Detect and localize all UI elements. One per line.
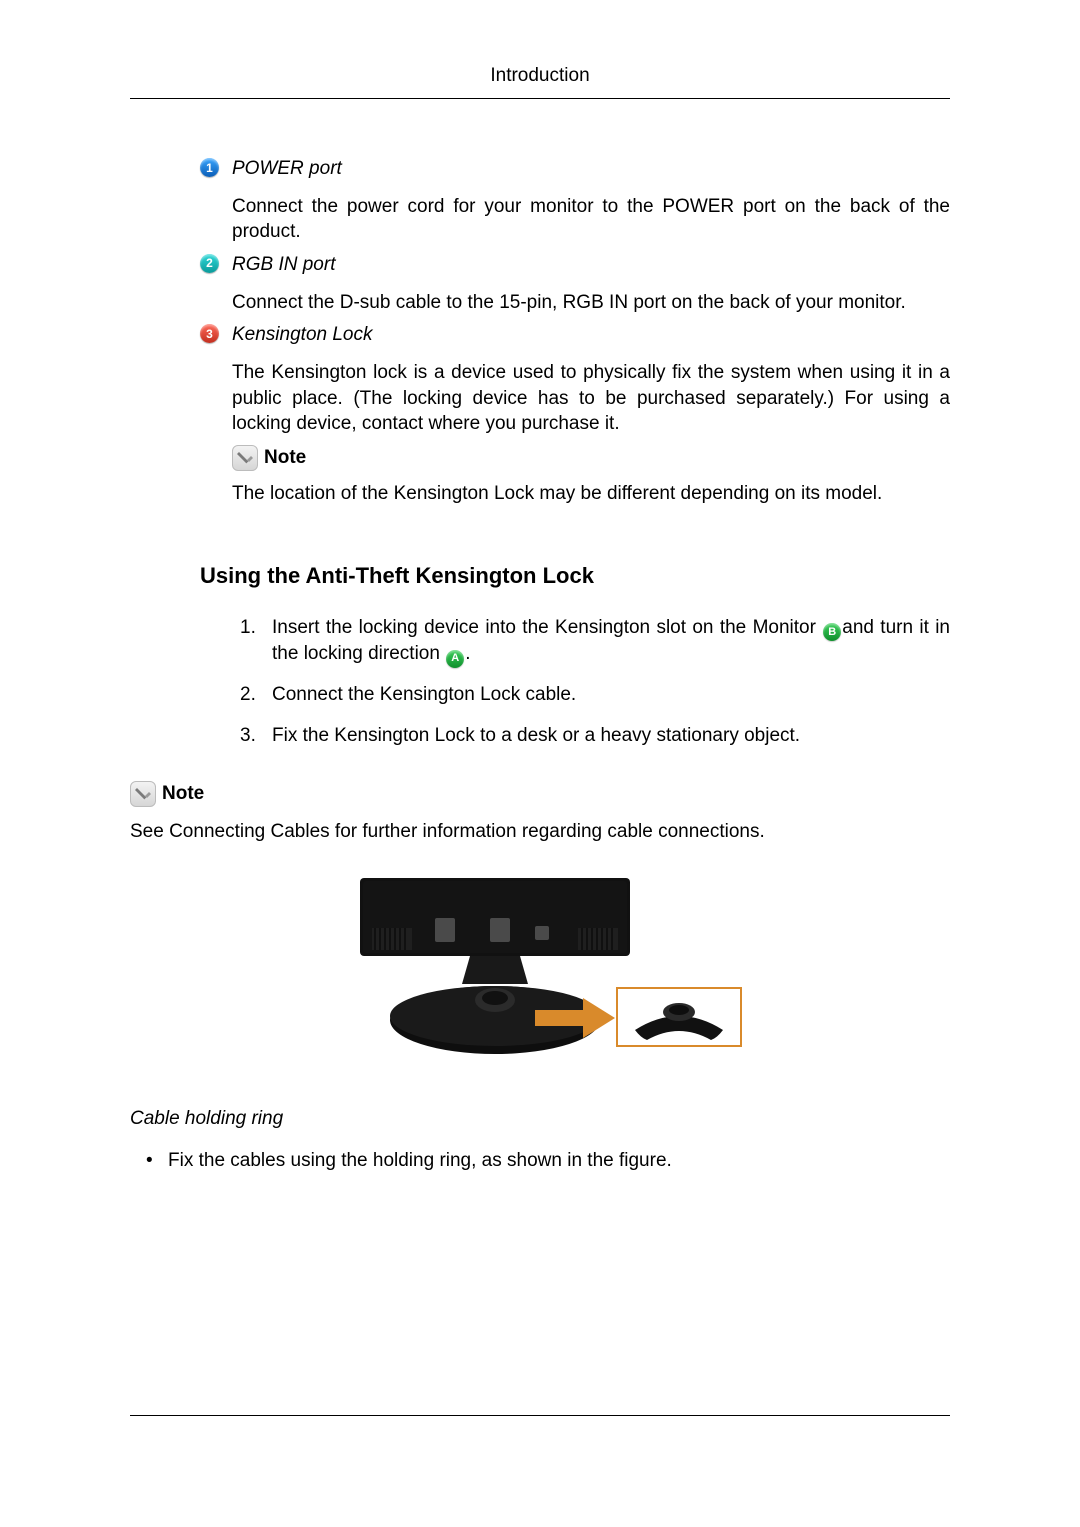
footer-rule	[130, 1415, 950, 1416]
cable-text: Fix the cables using the holding ring, a…	[168, 1150, 672, 1172]
cable-heading: Cable holding ring	[130, 1108, 950, 1130]
item-2-body: Connect the D-sub cable to the 15-pin, R…	[232, 290, 950, 316]
note-text: The location of the Kensington Lock may …	[232, 481, 950, 507]
page-header-title: Introduction	[490, 65, 589, 87]
bullet-2-icon: 2	[200, 254, 219, 273]
step-3-text: Fix the Kensington Lock to a desk or a h…	[272, 723, 800, 750]
item-2-title: RGB IN port	[232, 253, 335, 278]
step-2-text: Connect the Kensington Lock cable.	[272, 682, 576, 709]
item-3-title: Kensington Lock	[232, 323, 373, 348]
note-label: Note	[264, 447, 306, 469]
inline-b-icon: B	[823, 623, 841, 641]
cable-figure	[335, 870, 745, 1060]
bullet-1-icon: 1	[200, 158, 219, 177]
bullet-3-icon: 3	[200, 324, 219, 343]
step-2-number: 2.	[240, 682, 272, 709]
item-1-title: POWER port	[232, 157, 342, 182]
item-3-body: The Kensington lock is a device used to …	[232, 360, 950, 437]
step-1-number: 1.	[240, 615, 272, 668]
note-icon	[232, 445, 258, 471]
note2-text: See Connecting Cables for further inform…	[130, 819, 950, 846]
item-1-body: Connect the power cord for your monitor …	[232, 194, 950, 245]
bullet-dot: •	[146, 1150, 168, 1172]
note-icon	[130, 781, 156, 807]
inline-a-icon: A	[446, 650, 464, 668]
step-1-text: Insert the locking device into the Kensi…	[272, 615, 950, 668]
note2-label: Note	[162, 783, 204, 805]
section-heading: Using the Anti-Theft Kensington Lock	[200, 563, 950, 589]
step-3-number: 3.	[240, 723, 272, 750]
